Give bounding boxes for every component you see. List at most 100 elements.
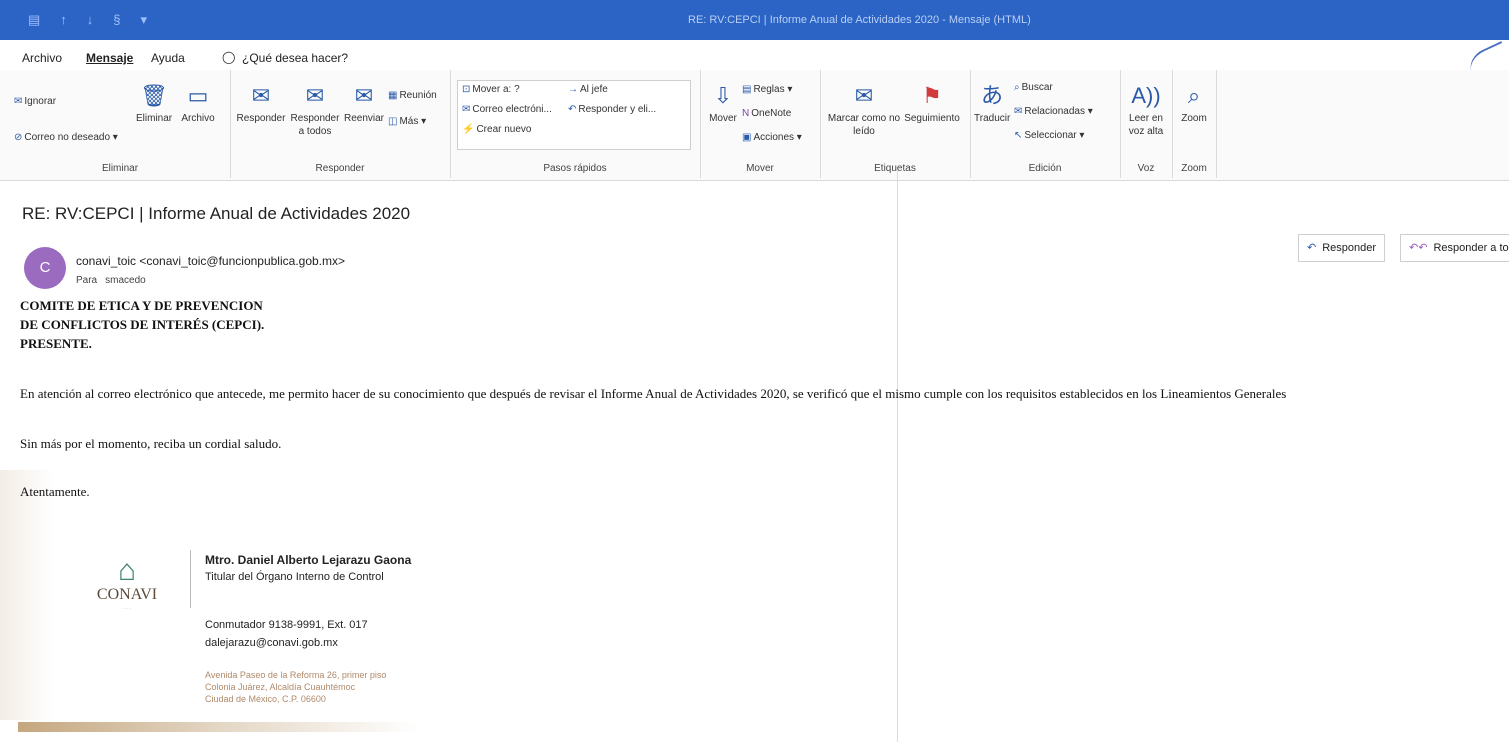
group-label: Responder — [315, 163, 365, 174]
group-mover: ⇩ Mover ▤ Reglas ▾ N OneNote ▣ Acciones ▾ Mo… — [700, 70, 821, 178]
reply-button[interactable]: ✉ Responder — [234, 84, 288, 125]
group-label: Etiquetas — [874, 163, 916, 174]
ribbon-tabs: Archivo Mensaje Ayuda ◯ ¿Qué desea hacer… — [0, 42, 1509, 70]
reply-all-button[interactable]: ✉ Responder a todos — [288, 84, 342, 138]
group-label: Zoom — [1181, 163, 1207, 174]
read-aloud-icon: A)) — [1131, 83, 1161, 108]
select-button[interactable]: ↖ Seleccionar ▾ — [1014, 130, 1084, 141]
group-label: Eliminar — [101, 163, 139, 174]
body-closing-2: Atentamente. — [20, 484, 90, 499]
group-eliminar: ✉ Ignorar ⊘ Correo no deseado ▾ 🗑 Eliminar … — [10, 70, 231, 178]
follow-up-button[interactable]: ⚑ Seguimiento — [900, 84, 964, 125]
body-heading-line-1: COMITE DE ETICA Y DE PREVENCION — [20, 298, 263, 313]
actions-button[interactable]: ▣ Acciones ▾ — [742, 132, 802, 143]
email-subject: RE: RV:CEPCI | Informe Anual de Activida… — [22, 204, 411, 223]
reply-all-icon: ✉ — [305, 83, 325, 108]
tell-me-search[interactable]: ¿Qué desea hacer? — [242, 51, 348, 65]
quickstep-email[interactable]: ✉ Correo electróni... — [462, 104, 552, 115]
signature-address-1: Avenida Paseo de la Reforma 26, primer p… — [205, 670, 387, 680]
meeting-icon: ▦ — [388, 90, 398, 101]
recipient[interactable]: smacedo — [105, 275, 146, 286]
related-button[interactable]: ✉ Relacionadas ▾ — [1014, 106, 1093, 117]
sender[interactable]: conavi_toic <conavi_toic@funcionpublica.… — [76, 254, 345, 268]
move-button[interactable]: ⇩ Mover — [706, 84, 740, 125]
rules-button[interactable]: ▤ Reglas ▾ — [742, 84, 792, 95]
quickstep-to-manager[interactable]: → Al jefe — [568, 84, 608, 95]
reply-icon: ↶ — [568, 104, 577, 115]
translate-icon: あ — [980, 83, 1003, 108]
tab-archivo[interactable]: Archivo — [22, 51, 62, 65]
signature-divider — [190, 550, 191, 608]
quickstep-create-new[interactable]: ⚡ Crear nuevo — [462, 124, 531, 135]
arrow-right-icon: → — [568, 84, 578, 95]
reply-button-header[interactable]: ↶ Responder — [1298, 234, 1386, 262]
more-button[interactable]: ◫ Más ▾ — [388, 116, 426, 127]
lightning-icon: ⚡ — [462, 124, 475, 135]
zoom-button[interactable]: ⌕ Zoom — [1174, 84, 1214, 125]
quickstep-move-to[interactable]: ⊡ Mover a: ? — [462, 84, 520, 95]
ribbon: ✉ Ignorar ⊘ Correo no deseado ▾ 🗑 Eliminar … — [0, 70, 1509, 181]
group-etiquetas: ✉ Marcar como no leído ⚑ Seguimiento Etiqu… — [820, 70, 971, 178]
signature-color-band — [18, 722, 418, 732]
group-label: Voz — [1137, 163, 1155, 174]
move-folder-icon: ⇩ — [713, 83, 733, 108]
magnifier-icon: ⌕ — [1187, 83, 1201, 108]
quickstep-reply-delete[interactable]: ↶ Responder y eli... — [568, 104, 656, 115]
scan-artifact-line — [897, 170, 898, 742]
group-zoom: ⌕ Zoom Zoom — [1172, 70, 1217, 178]
actions-icon: ▣ — [742, 132, 752, 143]
reply-all-button-header[interactable]: ↶↶Responder a todos — [1400, 234, 1509, 262]
envelope-icon: ✉ — [854, 83, 874, 108]
quick-access-toolbar: ▤ ↑ ↓ § ▾ — [28, 12, 147, 28]
body-heading-line-2: DE CONFLICTOS DE INTERÉS (CEPCI). — [20, 317, 265, 332]
watermark-decoration — [0, 470, 55, 720]
body-closing-1: Sin más por el momento, reciba un cordia… — [20, 436, 282, 451]
more-icon: ◫ — [388, 116, 398, 127]
junk-button[interactable]: ⊘ Correo no deseado ▾ — [14, 132, 118, 143]
save-icon[interactable]: ▤ — [28, 12, 40, 28]
arrow-up-icon[interactable]: ↑ — [60, 12, 67, 28]
logo-text: CONAVI — [96, 586, 158, 603]
related-icon: ✉ — [1014, 106, 1023, 117]
arrow-down-icon[interactable]: ↓ — [87, 12, 94, 28]
flag-icon: ⚑ — [922, 83, 942, 108]
tab-mensaje[interactable]: Mensaje — [86, 51, 133, 65]
rules-icon: ▤ — [742, 84, 752, 95]
forward-button[interactable]: ✉ Reenviar — [342, 84, 386, 125]
delete-button[interactable]: 🗑 Eliminar — [136, 84, 172, 125]
body-heading-line-3: PRESENTE. — [20, 336, 92, 351]
cursor-icon: ↖ — [1014, 130, 1023, 141]
junk-icon: ⊘ — [14, 132, 23, 143]
customize-toolbar-icon[interactable]: ▾ — [141, 12, 148, 28]
mail-icon: ✉ — [462, 104, 471, 115]
group-pasos-rapidos: ⊡ Mover a: ? → Al jefe ✉ Correo electróni..… — [450, 70, 701, 178]
archive-button[interactable]: ▭ Archivo — [176, 84, 220, 125]
house-logo-icon: ⌂ — [117, 554, 137, 587]
section-icon[interactable]: § — [113, 12, 120, 28]
find-button[interactable]: ⌕ Buscar — [1014, 82, 1053, 93]
search-icon: ⌕ — [1014, 82, 1020, 93]
ignore-button[interactable]: ✉ Ignorar — [14, 96, 56, 107]
recipients: Para smacedo — [76, 275, 146, 286]
forward-icon: ✉ — [354, 83, 374, 108]
reply-icon: ↶ — [1307, 242, 1317, 254]
group-label: Edición — [1028, 163, 1062, 174]
group-edicion: あ Traducir ⌕ Buscar ✉ Relacionadas ▾ ↖ Selec… — [970, 70, 1121, 178]
logo-subtext: · · · — [123, 606, 131, 612]
tab-ayuda[interactable]: Ayuda — [151, 51, 185, 65]
signature-email[interactable]: dalejarazu@conavi.gob.mx — [205, 637, 338, 649]
reply-all-icon: ↶↶ — [1409, 242, 1428, 254]
mark-unread-button[interactable]: ✉ Marcar como no leído — [826, 84, 902, 138]
title-bar: ▤ ↑ ↓ § ▾ RE: RV:CEPCI | Informe Anual d… — [0, 0, 1509, 40]
read-aloud-button[interactable]: A)) Leer en voz alta — [1124, 84, 1168, 138]
signature-address-2: Colonia Juárez, Alcaldía Cuauhtémoc — [205, 682, 356, 692]
onenote-button[interactable]: N OneNote — [742, 108, 791, 119]
signature-title: Titular del Órgano Interno de Control — [205, 571, 384, 583]
onenote-icon: N — [742, 108, 750, 119]
translate-button[interactable]: あ Traducir — [974, 84, 1010, 125]
group-label: Mover — [746, 163, 774, 174]
conavi-logo: ⌂ CONAVI · · · — [78, 554, 176, 612]
reply-icon: ✉ — [251, 83, 271, 108]
meeting-button[interactable]: ▦ Reunión — [388, 90, 437, 101]
group-label: Pasos rápidos — [543, 163, 607, 174]
